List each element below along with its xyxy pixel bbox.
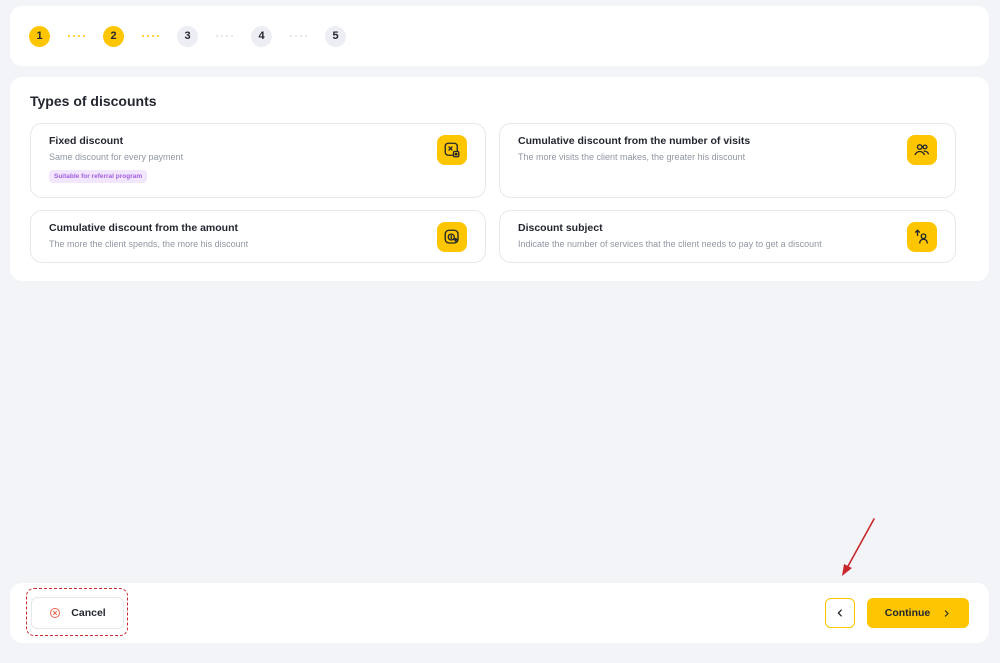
- card-description: The more visits the client makes, the gr…: [518, 152, 746, 162]
- user-upgrade-icon: [907, 222, 937, 252]
- card-title: Discount subject: [518, 222, 603, 234]
- card-description: Indicate the number of services that the…: [518, 239, 822, 249]
- cancel-label: Cancel: [71, 607, 106, 619]
- arrow-annotation: [842, 518, 875, 576]
- card-title: Fixed discount: [49, 135, 124, 147]
- step-connector: [124, 35, 177, 37]
- back-button[interactable]: [825, 598, 855, 628]
- step-connector: [198, 35, 251, 37]
- coin-growth-icon: [437, 222, 467, 252]
- percent-tag-icon: [437, 135, 467, 165]
- step-5[interactable]: 5: [325, 25, 346, 47]
- cancel-button[interactable]: Cancel: [31, 597, 124, 629]
- step-4[interactable]: 4: [251, 25, 272, 47]
- chevron-left-icon: [835, 608, 845, 618]
- amount-discount-card[interactable]: Cumulative discount from the amount The …: [30, 210, 486, 263]
- referral-badge: Suitable for referral program: [49, 170, 148, 183]
- users-icon: [907, 135, 937, 165]
- continue-label: Continue: [884, 607, 931, 619]
- visits-discount-card[interactable]: Cumulative discount from the number of v…: [499, 123, 956, 198]
- section-title: Types of discounts: [30, 93, 157, 109]
- chevron-right-icon: [942, 609, 951, 618]
- discount-types-panel: Types of discounts Fixed discount Same d…: [10, 77, 989, 281]
- card-description: Same discount for every payment: [49, 152, 184, 162]
- step-1[interactable]: 1: [29, 25, 50, 47]
- step-3[interactable]: 3: [177, 25, 198, 47]
- continue-button[interactable]: Continue: [867, 598, 969, 628]
- card-title: Cumulative discount from the amount: [49, 222, 239, 234]
- cancel-icon: [49, 607, 61, 619]
- card-description: The more the client spends, the more his…: [49, 239, 249, 249]
- stepper: 1 2 3 4 5: [10, 6, 989, 66]
- step-2[interactable]: 2: [103, 25, 124, 47]
- card-title: Cumulative discount from the number of v…: [518, 135, 751, 147]
- discount-subject-card[interactable]: Discount subject Indicate the number of …: [499, 210, 956, 263]
- fixed-discount-card[interactable]: Fixed discount Same discount for every p…: [30, 123, 486, 198]
- step-connector: [50, 35, 103, 37]
- footer-actions: Cancel Continue: [10, 583, 989, 643]
- step-connector: [272, 35, 325, 37]
